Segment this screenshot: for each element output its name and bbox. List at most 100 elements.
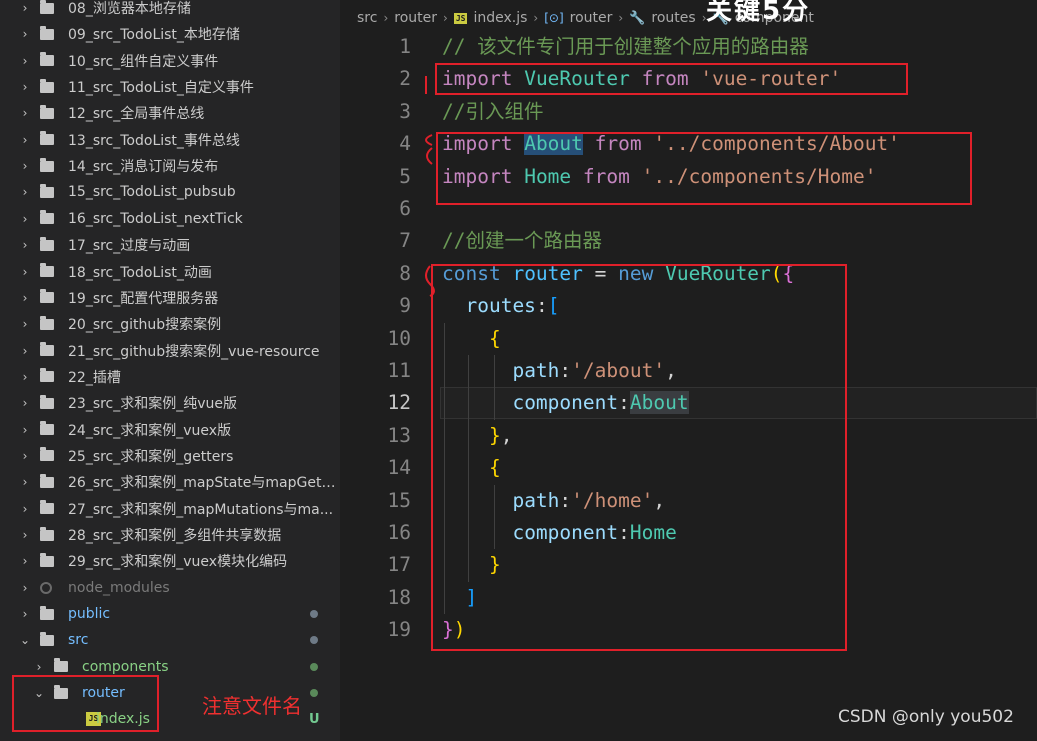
tree-item-label: 11_src_TodoList_自定义事件 [68, 80, 254, 97]
tree-item-label: 16_src_TodoList_nextTick [68, 210, 243, 227]
line-number: 8 [399, 261, 411, 285]
chevron-right-icon[interactable]: › [20, 133, 30, 147]
code-token: // 该文件专门用于创建整个应用的路由器 [442, 35, 809, 58]
chevron-right-icon[interactable]: › [20, 54, 30, 68]
breadcrumb-item[interactable]: router [394, 10, 437, 26]
tree-item[interactable]: › 15_src_TodoList_pubsub [0, 179, 340, 205]
annotation-box-import-vuerouter [435, 63, 908, 95]
tree-item[interactable]: › node_modules [0, 575, 340, 601]
tree-item[interactable]: › 17_src_过度与动画 [0, 232, 340, 258]
line-number: 1 [399, 35, 411, 58]
tree-item-label: 08_浏览器本地存储 [68, 1, 191, 17]
git-status-dot [310, 689, 318, 698]
tree-item[interactable]: › 23_src_求和案例_纯vue版 [0, 390, 340, 416]
chevron-right-icon[interactable]: › [20, 106, 30, 120]
chevron-right-icon[interactable]: › [20, 528, 30, 542]
code-text: //创建一个路由器 [442, 225, 602, 257]
annotation-box-import-components [436, 132, 972, 205]
chevron-right-icon[interactable]: › [20, 159, 30, 173]
chevron-right-icon[interactable]: › [20, 80, 30, 94]
tree-item-label: src [68, 632, 89, 649]
chevron-right-icon[interactable]: › [20, 265, 30, 279]
tree-item[interactable]: › 28_src_求和案例_多组件共享数据 [0, 522, 340, 548]
tree-item[interactable]: › 08_浏览器本地存储 [0, 0, 340, 21]
tree-item[interactable]: › 12_src_全局事件总线 [0, 100, 340, 126]
tree-item[interactable]: › 18_src_TodoList_动画 [0, 259, 340, 285]
module-icon: [⊙] [544, 11, 564, 25]
tree-item-label: 29_src_求和案例_vuex模块化编码 [68, 554, 288, 571]
folder-icon [40, 500, 54, 515]
tree-item[interactable]: › 20_src_github搜索案例 [0, 311, 340, 337]
code-token: //创建一个路由器 [442, 229, 602, 253]
tree-item[interactable]: › 24_src_求和案例_vuex版 [0, 417, 340, 443]
tree-item[interactable]: › 13_src_TodoList_事件总线 [0, 127, 340, 153]
folder-icon [40, 552, 54, 567]
chevron-right-icon[interactable]: › [20, 344, 30, 358]
tree-item-label: 09_src_TodoList_本地存储 [68, 27, 240, 44]
chevron-right-icon[interactable]: › [20, 396, 30, 410]
folder-icon [40, 0, 54, 14]
tree-item[interactable]: › 29_src_求和案例_vuex模块化编码 [0, 548, 340, 574]
folder-icon [40, 25, 54, 40]
tree-item[interactable]: › 25_src_求和案例_getters [0, 443, 340, 469]
line-number: 10 [387, 326, 411, 350]
breadcrumb-item[interactable]: src [357, 10, 377, 26]
chevron-right-icon[interactable]: › [20, 317, 30, 331]
tree-item[interactable]: › 09_src_TodoList_本地存储 [0, 21, 340, 47]
chevron-right-icon: › [618, 11, 624, 25]
folder-icon [40, 131, 54, 146]
chevron-right-icon[interactable]: › [20, 291, 30, 305]
chevron-right-icon[interactable]: › [20, 370, 30, 384]
chevron-down-icon[interactable]: ⌄ [20, 633, 30, 647]
folder-icon [40, 631, 54, 646]
tree-item-label: 13_src_TodoList_事件总线 [68, 132, 240, 149]
line-number: 12 [387, 391, 411, 415]
tree-item[interactable]: › 26_src_求和案例_mapState与mapGett... [0, 469, 340, 495]
tree-item-label: components [82, 658, 169, 675]
folder-icon [40, 394, 54, 409]
chevron-right-icon[interactable]: › [20, 554, 30, 568]
chevron-right-icon[interactable]: › [20, 1, 30, 15]
folder-icon [40, 473, 54, 488]
tree-item-label: public [68, 606, 111, 623]
breadcrumb-item[interactable]: routes [651, 10, 695, 26]
tree-item[interactable]: › 14_src_消息订阅与发布 [0, 153, 340, 179]
folder-icon [40, 526, 54, 541]
folder-icon [40, 315, 54, 330]
chevron-right-icon[interactable]: › [20, 423, 30, 437]
tree-item[interactable]: ⌄ src [0, 627, 340, 653]
tree-item[interactable]: › 27_src_求和案例_mapMutations与ma... [0, 496, 340, 522]
chevron-right-icon[interactable]: › [20, 185, 30, 199]
tree-item[interactable]: › 10_src_组件自定义事件 [0, 48, 340, 74]
folder-icon [40, 183, 54, 198]
tree-item[interactable]: › 16_src_TodoList_nextTick [0, 206, 340, 232]
chevron-right-icon[interactable]: › [20, 27, 30, 41]
folder-icon [40, 368, 54, 383]
chevron-right-icon[interactable]: › [20, 238, 30, 252]
tree-item-label: 14_src_消息订阅与发布 [68, 159, 219, 176]
chevron-right-icon[interactable]: › [34, 660, 44, 674]
tree-item[interactable]: › public [0, 601, 340, 627]
chevron-right-icon[interactable]: › [20, 212, 30, 226]
tree-item[interactable]: › 19_src_配置代理服务器 [0, 285, 340, 311]
tree-item-label: 22_插槽 [68, 369, 121, 386]
breadcrumb-item[interactable]: index.js [473, 10, 527, 26]
tree-item[interactable]: › 22_插槽 [0, 364, 340, 390]
folder-icon [40, 342, 54, 357]
js-file-icon: JS [453, 12, 468, 24]
line-number: 19 [387, 618, 411, 642]
folder-icon [40, 210, 54, 225]
chevron-right-icon[interactable]: › [20, 449, 30, 463]
annotation-bracket-marks [425, 76, 435, 297]
line-number: 7 [399, 229, 411, 253]
chevron-right-icon[interactable]: › [20, 607, 30, 621]
breadcrumb-item[interactable]: router [570, 10, 613, 26]
chevron-right-icon[interactable]: › [20, 502, 30, 516]
tree-item[interactable]: › 11_src_TodoList_自定义事件 [0, 74, 340, 100]
tree-item[interactable]: › 21_src_github搜索案例_vue-resource [0, 338, 340, 364]
chevron-right-icon[interactable]: › [20, 475, 30, 489]
tree-item-label: 10_src_组件自定义事件 [68, 53, 219, 70]
tree-item-label: 27_src_求和案例_mapMutations与ma... [68, 501, 334, 518]
chevron-right-icon[interactable]: › [20, 581, 30, 595]
code-line[interactable]: 1 // 该文件专门用于创建整个应用的路由器 [340, 31, 1037, 63]
